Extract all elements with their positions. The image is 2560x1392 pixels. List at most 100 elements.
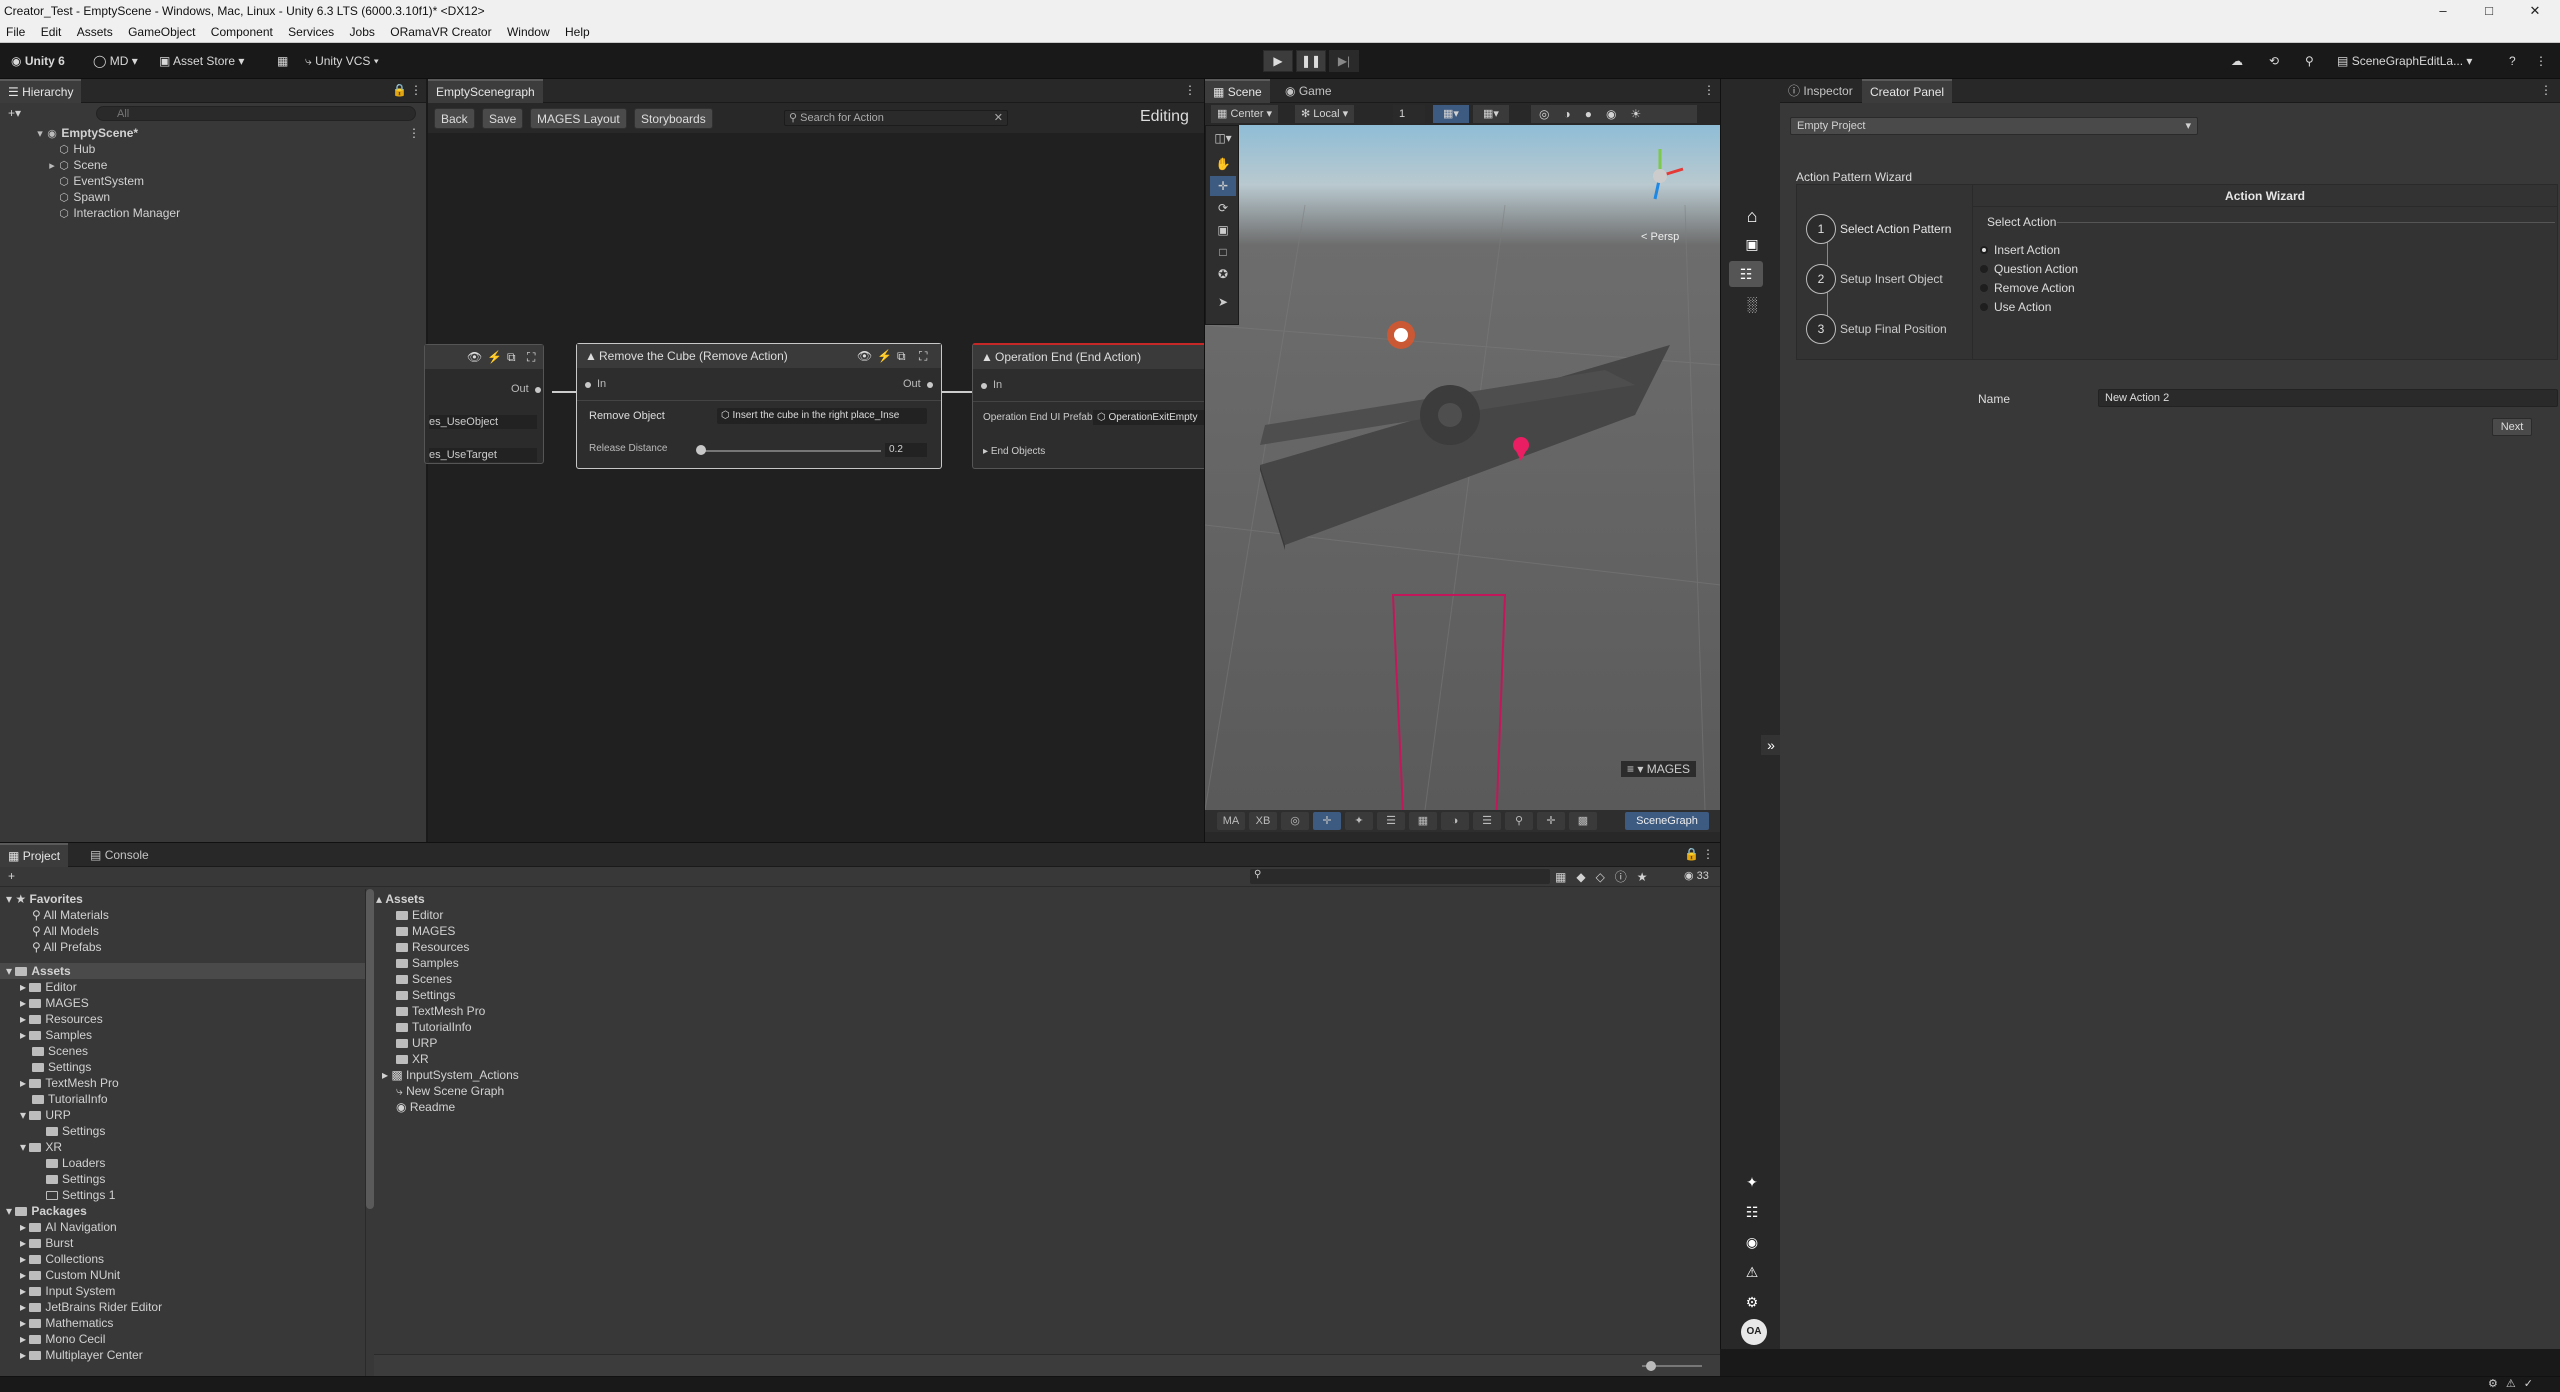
grab-icon[interactable]: ✦ [1345, 812, 1373, 830]
tree-scrollbar[interactable] [366, 889, 374, 1209]
tab-scene[interactable]: ▦ Scene [1205, 79, 1270, 103]
tree-folder[interactable]: ▾ URP [20, 1107, 71, 1123]
in-port[interactable] [585, 382, 591, 388]
tree-package[interactable]: ▸ Mathematics [20, 1315, 113, 1331]
end-objects-foldout[interactable]: ▸ End Objects [983, 446, 1045, 457]
arrows-icon[interactable]: ✛ [1537, 812, 1565, 830]
target-field[interactable]: es_UseTarget [429, 448, 537, 462]
scenegraph-menu-icon[interactable]: ⋮ [1184, 83, 1196, 97]
out-port[interactable] [927, 382, 933, 388]
step-2-circle[interactable]: 2 [1806, 264, 1836, 294]
graph-icon[interactable]: ☷ [1735, 1199, 1769, 1225]
remove-object-field[interactable]: ⬡ Insert the cube in the right place_Ins… [717, 408, 927, 424]
tree-package[interactable]: ▸ Custom NUnit [20, 1267, 120, 1283]
transform-tool-icon[interactable]: ✪ [1210, 264, 1236, 284]
scenegraph-button[interactable]: SceneGraph [1625, 812, 1709, 830]
menu-window[interactable]: Window [501, 22, 556, 42]
snap-increment-icon[interactable]: ▦▾ [1473, 105, 1509, 123]
release-distance-value[interactable]: 0.2 [885, 443, 927, 457]
account-button[interactable]: ◯ MD ▾ [88, 51, 143, 72]
favorites-header[interactable]: ▾ ★ Favorites [6, 891, 83, 907]
clear-search-icon[interactable]: ✕ [994, 111, 1003, 125]
step-button[interactable]: ▶| [1329, 50, 1359, 72]
favorite-item[interactable]: ⚲ All Materials [32, 907, 109, 923]
collapse-arrow-icon[interactable]: ▲ [585, 344, 597, 368]
zoom-icon[interactable]: ⚲ [1505, 812, 1533, 830]
home-icon[interactable]: ⌂ [1735, 203, 1769, 229]
storyboards-button[interactable]: Storyboards [634, 108, 713, 129]
hierarchy-item[interactable]: ⬡ Spawn [0, 189, 426, 205]
camera-icon[interactable]: ▩ [1569, 812, 1597, 830]
tree-package[interactable]: ▸ JetBrains Rider Editor [20, 1299, 162, 1315]
avatar[interactable]: OA [1741, 1319, 1767, 1345]
assets-root[interactable]: ▾ Assets [0, 963, 365, 979]
asset-item[interactable]: Samples [396, 955, 459, 971]
release-distance-slider[interactable] [697, 450, 881, 452]
tree-folder[interactable]: ▸ Samples [20, 1027, 92, 1043]
xb-button[interactable]: XB [1249, 812, 1277, 830]
status-icons[interactable]: ⚙⚠✓ [2488, 1377, 2541, 1390]
tree-folder[interactable]: ▸ Editor [20, 979, 77, 995]
tree-folder[interactable]: ▸ TextMesh Pro [20, 1075, 119, 1091]
menu-jobs[interactable]: Jobs [344, 22, 381, 42]
add-icon[interactable]: +▾ [8, 106, 21, 120]
next-button[interactable]: Next [2492, 418, 2532, 436]
project-search-input[interactable]: ⚲ [1250, 869, 1550, 884]
asset-item[interactable]: Editor [396, 907, 443, 923]
hierarchy-item[interactable]: ⬡ EventSystem [0, 173, 426, 189]
rect-tool-icon[interactable]: □ [1210, 242, 1236, 262]
scene-menu-icon[interactable]: ⋮ [1703, 83, 1715, 97]
tree-package[interactable]: ▸ AI Navigation [20, 1219, 117, 1235]
menu-assets[interactable]: Assets [71, 22, 119, 42]
asset-item[interactable]: ▸ ▩ InputSystem_Actions [382, 1067, 519, 1083]
grid-snap-icon[interactable]: ▦▾ [1433, 105, 1469, 123]
custom-tool-icon[interactable]: ➤ [1210, 292, 1236, 312]
move-tool-icon[interactable]: ✛ [1210, 176, 1236, 196]
scene-root[interactable]: ▾ ◉ EmptyScene* ⋮ [0, 125, 426, 141]
tree-folder[interactable]: Loaders [46, 1155, 105, 1171]
slider-thumb[interactable] [695, 445, 706, 455]
hierarchy-item[interactable]: ⬡ Hub [0, 141, 426, 157]
scale-tool-icon[interactable]: ▣ [1210, 220, 1236, 240]
remove-action-node[interactable]: ▲ Remove the Cube (Remove Action) 👁 ⚡ ⧉ … [576, 343, 942, 469]
step-3-circle[interactable]: 3 [1806, 314, 1836, 344]
scene-view-options[interactable]: ◎◑●◉☀ [1531, 105, 1697, 123]
help-icon[interactable]: ? [2504, 51, 2521, 72]
tree-package[interactable]: ▸ Multiplayer Center [20, 1347, 143, 1363]
hand-tool-icon[interactable]: ✋ [1210, 154, 1236, 174]
menu-services[interactable]: Services [282, 22, 340, 42]
asset-item[interactable]: TextMesh Pro [396, 1003, 485, 1019]
search-icon[interactable]: ⚲ [2300, 51, 2319, 72]
menu-oramavr-creator[interactable]: ORamaVR Creator [384, 22, 497, 42]
tree-folder[interactable]: Settings [46, 1171, 105, 1187]
menu-edit[interactable]: Edit [35, 22, 68, 42]
tab-empty-scenegraph[interactable]: EmptyScenegraph [428, 79, 543, 103]
lightning-icon[interactable]: ⚡ [877, 344, 892, 368]
menu-gameobject[interactable]: GameObject [122, 22, 201, 42]
tree-folder[interactable]: ▾ XR [20, 1139, 62, 1155]
hierarchy-menu-icon[interactable]: ⋮ [410, 83, 422, 97]
tab-inspector[interactable]: ⓘ Inspector [1780, 79, 1861, 103]
asset-item[interactable]: XR [396, 1051, 429, 1067]
asset-item[interactable]: Scenes [396, 971, 452, 987]
action-name-input[interactable]: New Action 2 [2098, 389, 2558, 407]
hierarchy-item[interactable]: ⬡ Interaction Manager [0, 205, 426, 221]
pause-button[interactable]: ❚❚ [1296, 50, 1326, 72]
settings-icon[interactable]: ☰ [1377, 812, 1405, 830]
option-question-action[interactable]: Question Action [1980, 262, 2078, 276]
rotate-tool-icon[interactable]: ⟳ [1210, 198, 1236, 218]
duplicate-icon[interactable]: ⧉ [897, 344, 906, 368]
tree-folder[interactable]: ▸ MAGES [20, 995, 89, 1011]
tree-folder[interactable]: Scenes [32, 1043, 88, 1059]
robot-icon[interactable]: ◉ [1735, 1229, 1769, 1255]
out-port[interactable] [535, 387, 541, 393]
end-action-node[interactable]: ▲ Operation End (End Action) In Operatio… [972, 343, 1213, 469]
warning-icon[interactable]: ⚠ [1735, 1259, 1769, 1285]
layout-dropdown[interactable]: ▤ SceneGraphEditLa... ▾ [2332, 51, 2477, 72]
asset-item[interactable]: Resources [396, 939, 469, 955]
tab-creator-panel[interactable]: Creator Panel [1862, 79, 1953, 103]
save-button[interactable]: Save [482, 108, 524, 129]
lightning-icon[interactable]: ⚡ [487, 345, 502, 369]
close-icon[interactable]: ✕ [2512, 0, 2558, 22]
focus-icon[interactable]: ⛶ [527, 345, 535, 369]
